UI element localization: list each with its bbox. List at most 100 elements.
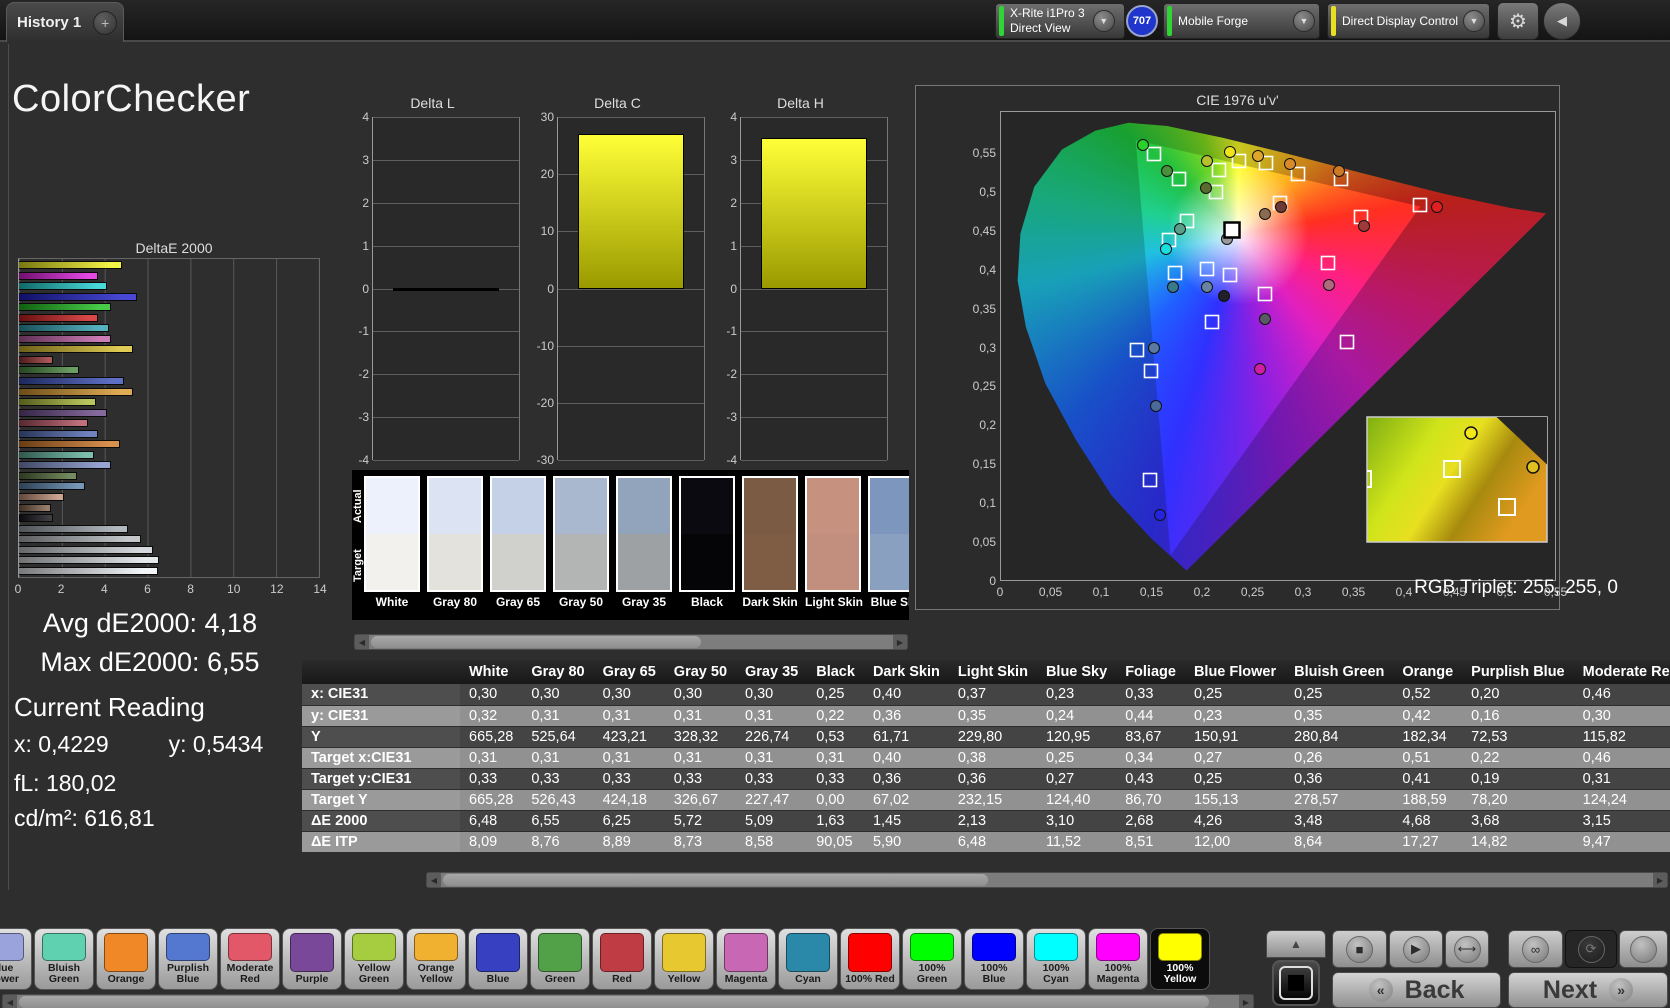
measured-point xyxy=(1138,140,1149,151)
scroll-right-icon[interactable]: ▶ xyxy=(1239,995,1253,1008)
measured-point xyxy=(1168,282,1179,293)
pattern-bar-scrollbar[interactable]: ◀ ▶ xyxy=(2,994,1254,1008)
pattern-button-blue-flower[interactable]: Blue Flower xyxy=(0,928,32,990)
readings-panel: Avg dE2000: 4,18 Max dE2000: 6,55 Curren… xyxy=(0,608,300,832)
table-row: y: CIE310,320,310,310,310,310,220,360,35… xyxy=(302,705,1670,726)
swatch-gray-65: Gray 65 xyxy=(490,476,546,620)
pattern-button-green[interactable]: Green xyxy=(530,928,590,990)
cie-plot-area: RGB Triplet: 255, 255, 0 xyxy=(1000,111,1556,581)
pattern-button-yellow-green[interactable]: Yellow Green xyxy=(344,928,404,990)
collapse-panel-button[interactable]: ◀ xyxy=(1543,2,1581,40)
cie-diagram-panel: CIE 1976 u'v' RGB Triplet: 255, 255, 0 0… xyxy=(915,85,1560,610)
add-tab-button[interactable]: + xyxy=(93,11,117,35)
scrollbar-thumb[interactable] xyxy=(371,636,701,648)
deltae-bar-100-cyan xyxy=(19,282,107,290)
pattern-button-100-red[interactable]: 100% Red xyxy=(840,928,900,990)
table-header: Gray 50 xyxy=(665,660,736,684)
pattern-bottom-bar: Blue FlowerBluish GreenOrangePurplish Bl… xyxy=(0,890,1670,1008)
display-control-selector[interactable]: Direct Display Control ▼ xyxy=(1327,3,1490,39)
deltae-bar-magenta xyxy=(19,335,111,343)
measurement-table: WhiteGray 80Gray 65Gray 50Gray 35BlackDa… xyxy=(302,660,1670,862)
collapse-pattern-bar-button[interactable]: ▲ xyxy=(1266,930,1326,958)
scroll-left-icon[interactable]: ◀ xyxy=(427,873,441,887)
refresh-button[interactable]: ⟳ xyxy=(1565,930,1617,968)
pattern-button-purplish-blue[interactable]: Purplish Blue xyxy=(158,928,218,990)
current-fl: fL: 180,02 xyxy=(14,770,300,797)
back-button[interactable]: « Back xyxy=(1332,972,1501,1008)
stop-button[interactable]: ■ xyxy=(1332,930,1387,968)
play-button[interactable]: ▶ xyxy=(1389,930,1443,968)
actual-target-swatch-strip: Actual Target WhiteGray 80Gray 65Gray 50… xyxy=(352,470,909,620)
deltae-bar-purplish-blue xyxy=(19,430,98,438)
cie-title: CIE 1976 u'v' xyxy=(916,92,1559,108)
pattern-button-100-magenta[interactable]: 100% Magenta xyxy=(1088,928,1148,990)
measured-point xyxy=(1255,364,1266,375)
step-button[interactable]: ⟷ xyxy=(1445,930,1489,968)
pattern-button-red[interactable]: Red xyxy=(592,928,652,990)
measured-point xyxy=(1260,314,1271,325)
chevron-down-icon[interactable]: ▼ xyxy=(1463,10,1485,32)
deltae-bar-100-red xyxy=(19,314,98,322)
pattern-button-100-cyan[interactable]: 100% Cyan xyxy=(1026,928,1086,990)
chevron-down-icon[interactable]: ▼ xyxy=(1293,10,1315,32)
swatch-gray-50: Gray 50 xyxy=(553,476,609,620)
step-icon: ⟷ xyxy=(1454,936,1481,963)
pattern-button-100-yellow[interactable]: 100% Yellow xyxy=(1150,928,1210,990)
scroll-right-icon[interactable]: ▶ xyxy=(893,635,907,649)
stop-icon: ■ xyxy=(1346,936,1373,963)
table-header: Dark Skin xyxy=(864,660,949,684)
swatch-white: White xyxy=(364,476,420,620)
pattern-button-purple[interactable]: Purple xyxy=(282,928,342,990)
measured-point xyxy=(1162,166,1173,177)
pattern-button-orange[interactable]: Orange xyxy=(96,928,156,990)
table-header: Blue Flower xyxy=(1185,660,1285,684)
delta-h-title: Delta H xyxy=(713,95,888,111)
pattern-button-yellow[interactable]: Yellow xyxy=(654,928,714,990)
table-scrollbar[interactable]: ◀ ▶ xyxy=(426,872,1668,888)
pattern-color-swatch xyxy=(786,933,830,972)
pattern-button-100-green[interactable]: 100% Green xyxy=(902,928,962,990)
next-button[interactable]: Next » xyxy=(1508,972,1668,1008)
settings-button[interactable]: ⚙ xyxy=(1497,2,1539,40)
scroll-right-icon[interactable]: ▶ xyxy=(1653,873,1667,887)
meter-selector[interactable]: X-Rite i1Pro 3Direct View ▼ xyxy=(995,3,1125,39)
swatch-light-skin: Light Skin xyxy=(805,476,861,620)
target-square xyxy=(1322,257,1335,270)
pattern-button-cyan[interactable]: Cyan xyxy=(778,928,838,990)
current-x: x: 0,4229 xyxy=(14,731,109,758)
pattern-button-orange-yellow[interactable]: Orange Yellow xyxy=(406,928,466,990)
tab-history-1[interactable]: History 1 xyxy=(13,14,85,31)
deltae-bar-black xyxy=(19,514,53,522)
measured-point xyxy=(1175,224,1186,235)
pattern-button-bluish-green[interactable]: Bluish Green xyxy=(34,928,94,990)
panel-divider xyxy=(8,44,9,990)
pattern-button-100-blue[interactable]: 100% Blue xyxy=(964,928,1024,990)
scrollbar-thumb[interactable] xyxy=(19,996,1209,1008)
pattern-color-swatch xyxy=(724,933,768,972)
scroll-left-icon[interactable]: ◀ xyxy=(3,995,17,1008)
chevron-down-icon[interactable]: ▼ xyxy=(1093,10,1115,32)
deltae-bar-yellow xyxy=(19,345,133,353)
current-cdm2: cd/m²: 616,81 xyxy=(14,805,300,832)
scroll-left-icon[interactable]: ◀ xyxy=(355,635,369,649)
target-square xyxy=(1173,173,1186,186)
pattern-button-magenta[interactable]: Magenta xyxy=(716,928,776,990)
pattern-color-swatch xyxy=(228,933,272,961)
table-header: Gray 80 xyxy=(522,660,593,684)
pattern-button-moderate-red[interactable]: Moderate Red xyxy=(220,928,280,990)
swatch-scrollbar[interactable]: ◀ ▶ xyxy=(354,634,908,650)
scrollbar-thumb[interactable] xyxy=(443,874,988,886)
record-button[interactable] xyxy=(1619,930,1668,968)
target-row-label: Target xyxy=(352,536,364,596)
deltae-bar-dark-skin xyxy=(19,504,51,512)
measured-point xyxy=(1151,401,1162,412)
loop-button[interactable]: ∞ xyxy=(1508,930,1563,968)
deltae-bar-orange xyxy=(19,440,120,448)
measured-point xyxy=(1202,156,1213,167)
source-selector[interactable]: Mobile Forge ▼ xyxy=(1163,3,1320,39)
rgb-triplet-readout: RGB Triplet: 255, 255, 0 xyxy=(1391,577,1641,599)
chevron-left-icon: ◀ xyxy=(1557,13,1567,29)
pattern-button-blue[interactable]: Blue xyxy=(468,928,528,990)
table-header: Gray 65 xyxy=(594,660,665,684)
pattern-window-button[interactable] xyxy=(1272,960,1320,1006)
